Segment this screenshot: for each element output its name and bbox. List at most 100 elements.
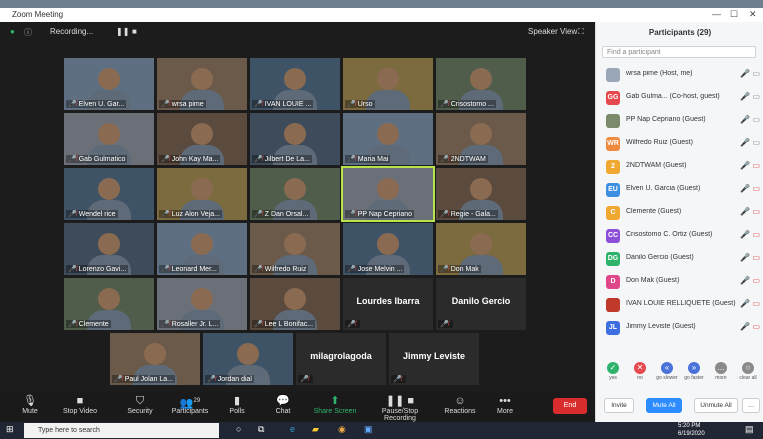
participant-video-tile[interactable]: Jimmy Leviste 🎤̸: [389, 333, 479, 385]
pause-recording-icon[interactable]: ❚❚: [116, 27, 129, 36]
participant-row[interactable]: 2 2NDTWAM (Guest) 🎤 ▭: [596, 156, 763, 179]
participant-video-tile[interactable]: 🎤̸ Rosaller Jr. L...: [157, 278, 247, 330]
windows-start-icon[interactable]: ⊞: [6, 424, 14, 435]
file-explorer-icon[interactable]: ▰: [312, 424, 319, 435]
shield-icon[interactable]: ●: [10, 27, 15, 36]
participant-row[interactable]: WR Wilfredo Ruiz (Guest) 🎤 ▭: [596, 133, 763, 156]
participant-video-tile[interactable]: 🎤̸ Lee L Bonifac...: [250, 278, 340, 330]
reactions-button[interactable]: ☺ Reactions: [435, 394, 485, 415]
taskbar-search[interactable]: Type here to search: [24, 423, 219, 438]
participant-video-tile[interactable]: 🎤̸ 2NDTWAM: [436, 113, 526, 165]
participant-search-input[interactable]: Find a participant: [602, 46, 756, 58]
mute-button[interactable]: 🎙 Mute: [5, 394, 55, 415]
feedback-no-button[interactable]: ✕ no: [629, 362, 651, 381]
participant-video-tile[interactable]: 🎤̸ Don Mak: [436, 223, 526, 275]
participant-name-label: 🎤̸: [438, 320, 453, 328]
feedback-clear-all-button[interactable]: ○ clear all: [737, 362, 759, 381]
participant-row[interactable]: GG Gab Gulma... (Co-host, guest) 🎤 ▭: [596, 87, 763, 110]
unmute-all-button[interactable]: Unmute All: [694, 398, 738, 413]
more-button[interactable]: ••• More: [480, 394, 530, 415]
feedback-go-slower-button[interactable]: «go slower: [656, 362, 678, 381]
participant-row[interactable]: CC Crisostomo C. Ortiz (Guest) 🎤 ▭: [596, 225, 763, 248]
info-icon[interactable]: ⓘ: [24, 27, 32, 38]
invite-button[interactable]: Invite: [604, 398, 634, 413]
feedback-icon: ○: [742, 362, 754, 374]
avatar: WR: [606, 137, 620, 151]
participant-video-tile[interactable]: 🎤̸ Maria Mai: [343, 113, 433, 165]
person-silhouette: [191, 68, 213, 90]
person-silhouette: [98, 233, 120, 255]
avatar: [606, 68, 620, 82]
participant-video-tile[interactable]: 🎤̸ PP Nap Cepriano: [341, 166, 435, 222]
participant-video-tile[interactable]: 🎤̸ Crisostomo ...: [436, 58, 526, 110]
share-screen-button[interactable]: ⬆ Share Screen: [310, 394, 360, 415]
participant-video-tile[interactable]: 🎤̸ Elven U. Gar...: [64, 58, 154, 110]
mic-status-icon: 🎤: [740, 299, 753, 308]
participant-row[interactable]: EU Elven U. Garcia (Guest) 🎤 ▭: [596, 179, 763, 202]
avatar: JL: [606, 321, 620, 335]
notifications-icon[interactable]: ▤: [745, 424, 754, 435]
participants-button[interactable]: 👥29 Participants: [165, 394, 215, 415]
zoom-icon[interactable]: ▣: [364, 424, 373, 435]
participant-video-tile[interactable]: 🎤̸ wrsa pime: [157, 58, 247, 110]
participant-video-tile[interactable]: 🎤̸ Jordan dial: [203, 333, 293, 385]
cortana-icon[interactable]: ○: [236, 424, 241, 434]
chat-icon: 💬: [276, 395, 290, 407]
speaker-view-button[interactable]: Speaker View: [528, 27, 577, 36]
fullscreen-icon[interactable]: ⛶: [578, 27, 584, 37]
participant-video-tile[interactable]: 🎤̸ Regie - Gala...: [436, 168, 526, 220]
stop-video-button[interactable]: ■ Stop Video: [55, 394, 105, 415]
participant-video-tile[interactable]: 🎤̸ Luz Alon Veja...: [157, 168, 247, 220]
chat-button[interactable]: 💬 Chat: [258, 394, 308, 415]
pause-stop-recording-button[interactable]: ❚❚ ■ Pause/Stop Recording: [370, 394, 430, 422]
participant-video-tile[interactable]: milagrolagoda 🎤̸: [296, 333, 386, 385]
participant-video-tile[interactable]: 🎤̸ IVAN LOUIE ...: [250, 58, 340, 110]
maximize-icon[interactable]: ☐: [730, 9, 738, 20]
minimize-icon[interactable]: —: [712, 9, 721, 19]
close-icon[interactable]: ✕: [749, 9, 757, 20]
participant-name-label: 🎤̸ Don Mak: [438, 265, 481, 273]
participant-video-tile[interactable]: 🎤̸ Urso: [343, 58, 433, 110]
feedback-go-faster-button[interactable]: » go faster: [683, 362, 705, 381]
mute-all-button[interactable]: Mute All: [646, 398, 682, 413]
participant-name: Clemente: [78, 321, 109, 328]
participant-name-label: 🎤̸ Jordan dial: [205, 375, 254, 383]
feedback-label: more: [715, 375, 727, 381]
polls-button[interactable]: ▮ Polls: [212, 394, 262, 415]
participant-name: Urso: [357, 101, 373, 108]
participant-video-tile[interactable]: 🎤̸ Leonard Mer...: [157, 223, 247, 275]
edge-icon[interactable]: e: [290, 424, 295, 434]
chrome-icon[interactable]: ◉: [338, 424, 346, 435]
participants-title: Participants (29): [648, 28, 712, 37]
participant-video-tile[interactable]: 🎤̸ John Kay Ma...: [157, 113, 247, 165]
participant-video-tile[interactable]: Danilo Gercio 🎤̸: [436, 278, 526, 330]
participant-list-name: Danilo Gercio (Guest): [626, 254, 694, 261]
more-options-button[interactable]: …: [742, 398, 760, 413]
stop-recording-icon[interactable]: ■: [132, 27, 137, 36]
participant-video-tile[interactable]: 🎤̸ Lorenzo Gavi...: [64, 223, 154, 275]
participant-video-tile[interactable]: 🎤̸ Jose Melvin ...: [343, 223, 433, 275]
participant-row[interactable]: DG Danilo Gercio (Guest) 🎤 ▭: [596, 248, 763, 271]
feedback-more-button[interactable]: … more: [710, 362, 732, 381]
participant-video-tile[interactable]: 🎤̸ Jilbert De La...: [250, 113, 340, 165]
participant-row[interactable]: IVAN LOUIE RELLIQUETE (Guest) 🎤 ▭: [596, 294, 763, 317]
participant-video-tile[interactable]: 🎤̸ Gab Gulmatico: [64, 113, 154, 165]
end-meeting-button[interactable]: End: [553, 398, 587, 414]
feedback-label: go faster: [684, 375, 704, 381]
task-view-icon[interactable]: ⧉: [258, 424, 264, 435]
participant-row[interactable]: PP Nap Cepriano (Guest) 🎤 ▭: [596, 110, 763, 133]
feedback-yes-button[interactable]: ✓ yes: [602, 362, 624, 381]
participant-video-tile[interactable]: 🎤̸ Paul Jolan La...: [110, 333, 200, 385]
avatar: DG: [606, 252, 620, 266]
participant-video-tile[interactable]: 🎤̸ Wendel rice: [64, 168, 154, 220]
participant-row[interactable]: D Don Mak (Guest) 🎤 ▭: [596, 271, 763, 294]
participant-video-tile[interactable]: Lourdes Ibarra 🎤̸: [343, 278, 433, 330]
participant-row[interactable]: wrsa pime (Host, me) 🎤 ▭: [596, 64, 763, 87]
participant-row[interactable]: C Clemente (Guest) 🎤 ▭: [596, 202, 763, 225]
participant-video-tile[interactable]: 🎤̸ Clemente: [64, 278, 154, 330]
video-status-icon: ▭: [752, 92, 760, 101]
participant-row[interactable]: JL Jimmy Leviste (Guest) 🎤 ▭: [596, 317, 763, 340]
security-button[interactable]: ⛉ Security: [115, 394, 165, 415]
participant-video-tile[interactable]: 🎤̸ Wilfredo Ruiz: [250, 223, 340, 275]
participant-video-tile[interactable]: 🎤̸ Z Dan Orsal...: [250, 168, 340, 220]
